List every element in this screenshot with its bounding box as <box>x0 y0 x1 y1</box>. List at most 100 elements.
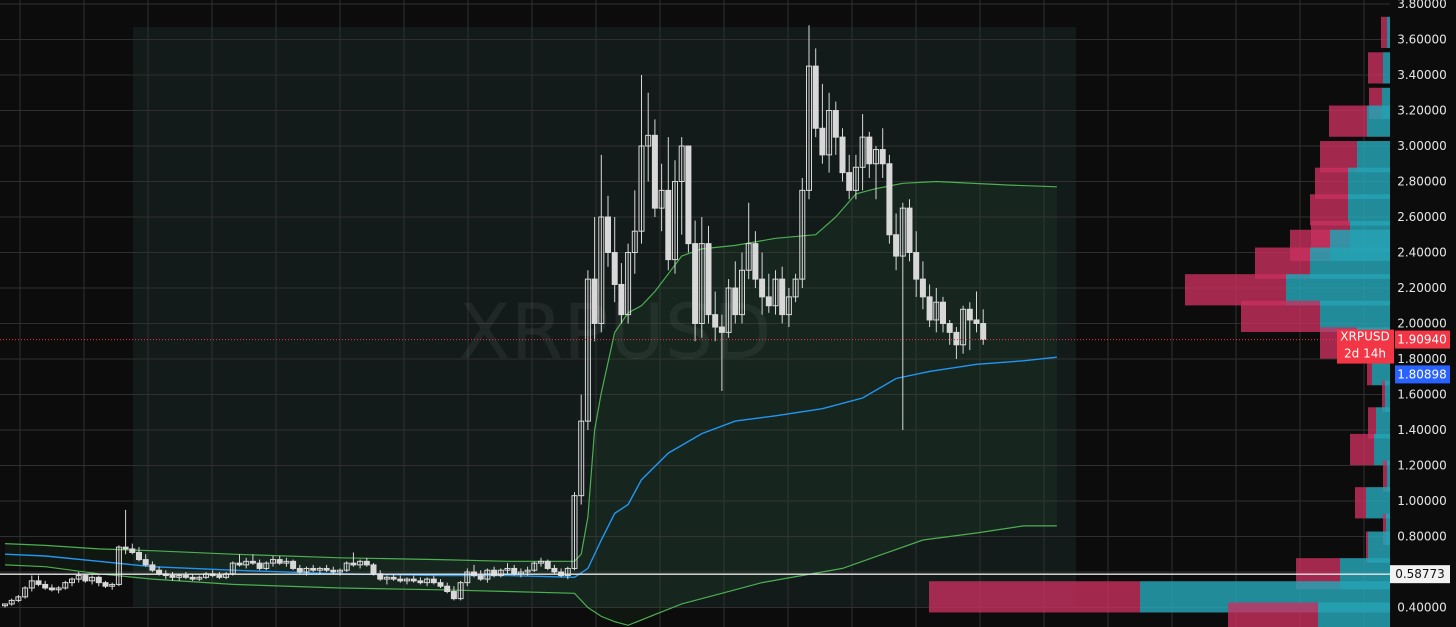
candle-down <box>511 567 518 575</box>
profile-bar-up <box>1348 167 1390 199</box>
candle-down <box>323 567 330 571</box>
y-tick-label: 1.20000 <box>1397 459 1447 473</box>
profile-bar-up <box>1383 52 1390 84</box>
profile-bar-down <box>1255 247 1310 279</box>
candle-down <box>692 243 699 324</box>
candle-down <box>95 576 102 584</box>
y-tick-label: 1.60000 <box>1397 388 1447 402</box>
candle-down <box>779 278 786 316</box>
candle-down <box>846 172 853 191</box>
candle-down <box>370 564 377 575</box>
profile-bar-up <box>1367 105 1390 137</box>
y-tick-label: 2.20000 <box>1397 281 1447 295</box>
profile-bar-up <box>1368 531 1390 563</box>
candle-down <box>980 323 987 340</box>
profile-bar-down <box>1241 300 1320 333</box>
candle-down <box>765 296 772 307</box>
profile-bar-down <box>1315 167 1348 199</box>
candle-down <box>35 580 42 585</box>
candle-down <box>430 578 437 584</box>
candle-down <box>477 575 484 580</box>
candle-down <box>759 278 766 298</box>
profile-bar-down <box>1310 194 1348 226</box>
candle-down <box>437 582 444 587</box>
candle-down <box>685 145 692 245</box>
candle-down <box>410 578 417 582</box>
profile-bar-down <box>1368 407 1376 439</box>
y-tick-label: 1.40000 <box>1397 423 1447 437</box>
candle-down <box>705 243 712 316</box>
candle-down <box>156 569 163 575</box>
candle-down <box>812 65 819 129</box>
y-tick-label: 0.40000 <box>1397 601 1447 615</box>
candle-down <box>129 548 136 553</box>
candle-down <box>906 207 913 253</box>
profile-bar-down <box>1368 52 1383 84</box>
profile-bar-up <box>1310 247 1390 279</box>
profile-bar-up <box>1366 487 1390 519</box>
candle-down <box>390 576 397 580</box>
profile-bar-down <box>1355 487 1366 519</box>
candle-down <box>296 567 303 573</box>
candle-down <box>42 583 49 589</box>
candle-down <box>866 136 873 165</box>
candle-down <box>276 559 283 564</box>
candle-down <box>182 575 189 578</box>
profile-bar-up <box>1320 300 1390 333</box>
candle-down <box>732 287 739 316</box>
hline-label: 0.58773 <box>1395 567 1445 581</box>
candle-down <box>149 564 156 571</box>
candle-down <box>551 567 558 573</box>
candle-down <box>397 578 404 582</box>
profile-bar-up <box>1374 433 1390 466</box>
y-tick-label: 1.80000 <box>1397 352 1447 366</box>
y-tick-label: 0.80000 <box>1397 530 1447 544</box>
vwap-label: 1.80898 <box>1397 367 1447 381</box>
candle-down <box>142 559 149 566</box>
profile-bar-down <box>1381 16 1387 49</box>
candle-down <box>611 252 618 285</box>
price-tag-symbol: XRPUSD <box>1340 330 1389 344</box>
profile-bar-down <box>1320 141 1357 173</box>
profile-bar-up <box>1385 380 1390 412</box>
profile-bar-up <box>1348 194 1390 226</box>
y-tick-label: 2.80000 <box>1397 175 1447 189</box>
y-tick-label: 3.40000 <box>1397 68 1447 82</box>
y-tick-label: 2.00000 <box>1397 317 1447 331</box>
candle-down <box>618 283 625 316</box>
candle-down <box>819 127 826 156</box>
candle-down <box>919 278 926 298</box>
candle-down <box>122 546 129 550</box>
candle-down <box>591 278 598 324</box>
candle-down <box>330 569 337 573</box>
candle-down <box>839 136 846 174</box>
candle-down <box>417 580 424 584</box>
profile-bar-down <box>929 581 1140 613</box>
candle-down <box>953 331 960 346</box>
candle-down <box>82 575 89 582</box>
profile-bar-up <box>1387 460 1390 492</box>
candle-down <box>752 243 759 280</box>
candle-down <box>544 560 551 569</box>
profile-bar-down <box>1329 105 1367 137</box>
profile-bar-up <box>1286 274 1390 306</box>
profile-bar-down <box>1383 460 1387 492</box>
candle-down <box>189 576 196 580</box>
candle-down <box>256 562 263 569</box>
candle-down <box>363 560 370 566</box>
candle-down <box>712 314 719 328</box>
candle-down <box>102 582 109 587</box>
profile-bar-up <box>1357 141 1390 173</box>
y-tick-label: 3.00000 <box>1397 139 1447 153</box>
chart[interactable]: XRPUSD 3.80000 3.60000 3.40000 3.20000 3.000… <box>0 0 1456 627</box>
candle-down <box>718 326 725 333</box>
candle-down <box>832 110 839 138</box>
price-tag-countdown: 2d 14h <box>1344 347 1386 361</box>
profile-bar-up <box>1318 602 1390 627</box>
candle-down <box>290 560 297 569</box>
candle-down <box>450 591 457 600</box>
candle-down <box>966 308 973 321</box>
candle-down <box>444 585 451 593</box>
candle-down <box>236 562 243 566</box>
candle-down <box>973 319 980 325</box>
